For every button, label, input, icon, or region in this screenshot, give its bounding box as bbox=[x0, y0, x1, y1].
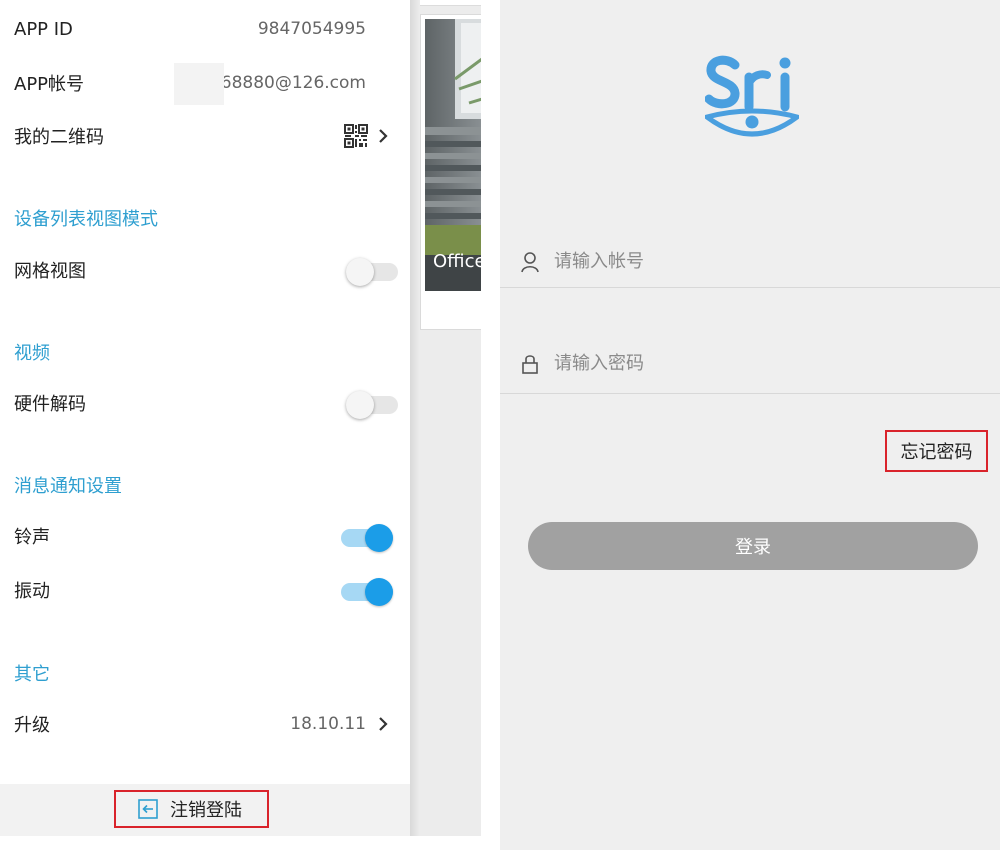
account-input[interactable] bbox=[554, 251, 934, 272]
app-logo bbox=[701, 55, 803, 139]
login-panel: 忘记密码 登录 bbox=[500, 0, 1000, 850]
qr-code-icon bbox=[344, 124, 368, 148]
redaction-mask bbox=[174, 63, 224, 105]
device-card[interactable]: Office bbox=[420, 14, 482, 330]
ringtone-label: 铃声 bbox=[14, 527, 50, 548]
section-notifications: 消息通知设置 bbox=[14, 476, 122, 497]
app-id-value: 9847054995 bbox=[257, 19, 366, 39]
grid-view-label: 网格视图 bbox=[14, 261, 86, 282]
section-other: 其它 bbox=[14, 664, 50, 685]
app-id-label: APP ID bbox=[14, 18, 73, 40]
logout-label: 注销登陆 bbox=[170, 800, 242, 821]
forgot-password-link[interactable]: 忘记密码 bbox=[885, 430, 988, 472]
section-video: 视频 bbox=[14, 343, 50, 364]
hardware-decode-label: 硬件解码 bbox=[14, 394, 86, 415]
chevron-right-icon bbox=[376, 714, 390, 734]
device-card-top bbox=[420, 0, 481, 6]
device-thumbnail: Office bbox=[425, 19, 482, 291]
panel-shadow bbox=[410, 0, 420, 836]
logout-bar: 注销登陆 bbox=[0, 784, 410, 836]
vibrate-toggle[interactable] bbox=[341, 576, 393, 606]
qr-code-label: 我的二维码 bbox=[14, 127, 104, 148]
account-label: APP帐号 bbox=[14, 74, 85, 95]
lock-icon bbox=[520, 353, 540, 375]
screen-divider bbox=[481, 0, 500, 850]
vibrate-row: 振动 bbox=[0, 563, 410, 617]
login-button[interactable]: 登录 bbox=[528, 522, 978, 570]
settings-panel: APP ID 9847054995 APP帐号 68880@126.com 我的… bbox=[0, 0, 410, 850]
device-label: Office bbox=[433, 251, 482, 272]
account-value: 68880@126.com bbox=[220, 73, 366, 93]
user-icon bbox=[520, 251, 540, 273]
upgrade-version: 18.10.11 bbox=[290, 714, 366, 734]
section-view-mode: 设备列表视图模式 bbox=[14, 209, 158, 230]
upgrade-label: 升级 bbox=[14, 715, 50, 736]
logout-button[interactable]: 注销登陆 bbox=[114, 790, 269, 828]
vibrate-label: 振动 bbox=[14, 581, 50, 602]
ringtone-row: 铃声 bbox=[0, 509, 410, 563]
grid-view-row: 网格视图 bbox=[0, 243, 410, 297]
upgrade-row[interactable]: 升级 18.10.11 bbox=[0, 697, 410, 751]
qr-code-row[interactable]: 我的二维码 bbox=[0, 109, 410, 163]
hardware-decode-row: 硬件解码 bbox=[0, 376, 410, 430]
logout-icon bbox=[138, 799, 158, 819]
app-id-row: APP ID 9847054995 bbox=[0, 2, 410, 56]
ringtone-toggle[interactable] bbox=[341, 522, 393, 552]
account-field bbox=[500, 236, 1000, 288]
grid-view-toggle[interactable] bbox=[346, 256, 398, 286]
password-input[interactable] bbox=[554, 353, 934, 374]
password-field bbox=[500, 334, 1000, 394]
chevron-right-icon bbox=[376, 126, 390, 146]
hardware-decode-toggle[interactable] bbox=[346, 389, 398, 419]
